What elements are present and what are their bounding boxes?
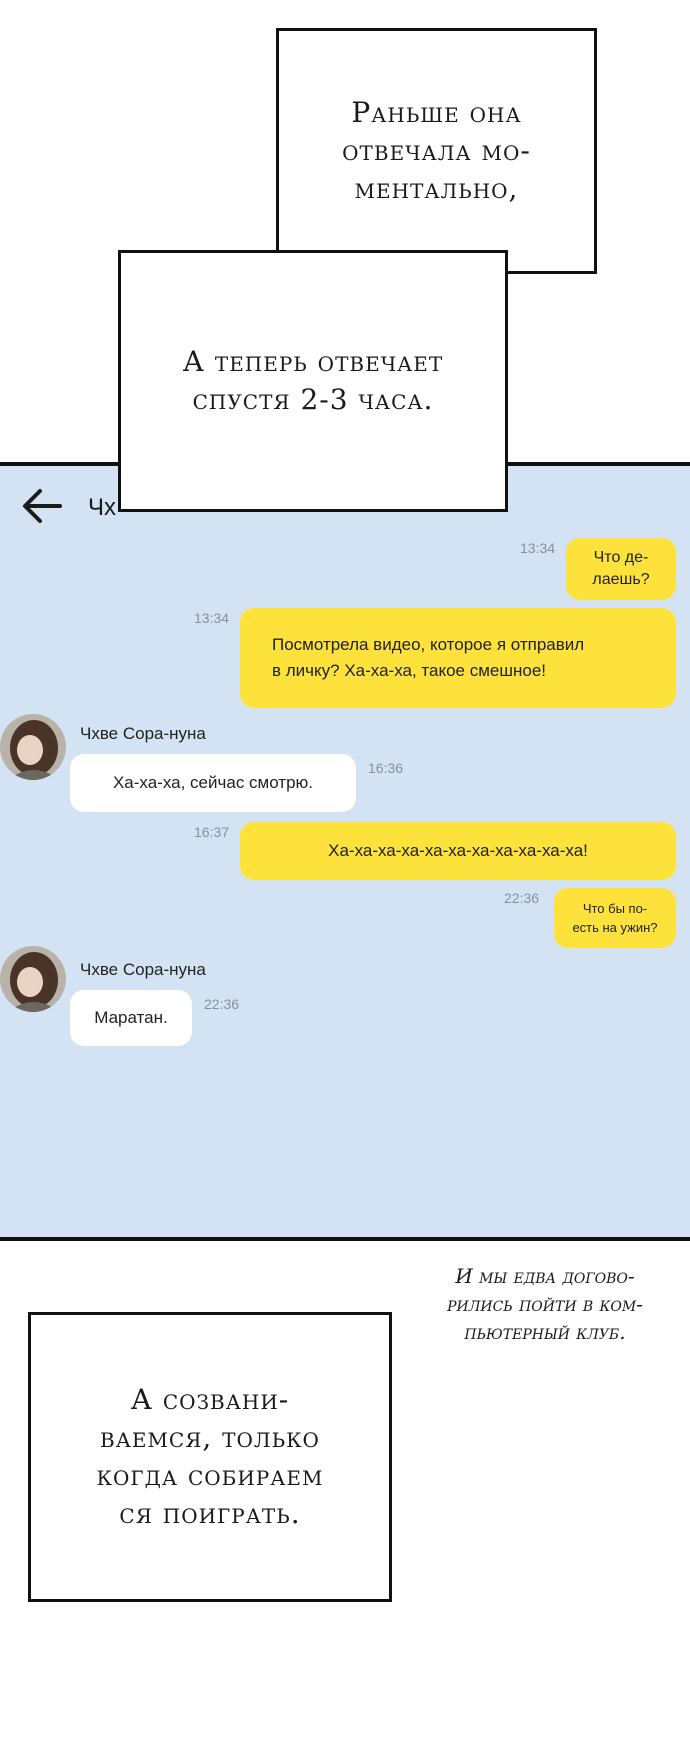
- message-time: 22:36: [204, 996, 240, 1012]
- message-text: Что де- лаешь?: [592, 549, 650, 588]
- message-text: Ха-ха-ха, сейчас смотрю.: [112, 773, 314, 792]
- bottom-caption-box: А созвани- ваемся, только когда собираем…: [28, 1312, 392, 1602]
- middle-caption-box: А теперь отвечает спустя 2-3 часа.: [118, 250, 508, 512]
- avatar[interactable]: [0, 714, 66, 780]
- top-caption-text: Раньше она отвечала мо- ментально,: [342, 96, 531, 205]
- outgoing-message-bubble[interactable]: Посмотрела видео, которое я отправил в л…: [240, 608, 676, 708]
- message-text: Ха-ха-ха-ха-ха-ха-ха-ха-ха-ха-ха!: [328, 841, 588, 860]
- outgoing-message-bubble[interactable]: Что бы по- есть на ужин?: [554, 888, 676, 948]
- bottom-caption-text: А созвани- ваемся, только когда собираем…: [96, 1383, 324, 1530]
- sender-name: Чхве Сора-нуна: [80, 724, 206, 743]
- sender-name: Чхве Сора-нуна: [80, 960, 206, 979]
- incoming-message-bubble[interactable]: Маратан.: [70, 990, 192, 1046]
- incoming-message-bubble[interactable]: Ха-ха-ха, сейчас смотрю.: [70, 754, 356, 812]
- message-time: 13:34: [194, 610, 230, 626]
- top-caption-box: Раньше она отвечала мо- ментально,: [276, 28, 597, 274]
- arrow-left-icon[interactable]: [20, 486, 64, 526]
- outgoing-message-bubble[interactable]: Ха-ха-ха-ха-ха-ха-ха-ха-ха-ха-ха!: [240, 822, 676, 880]
- message-time: 16:37: [194, 824, 230, 840]
- avatar[interactable]: [0, 946, 66, 1012]
- message-text: Маратан.: [94, 1008, 168, 1027]
- narration-text: И мы едва догово- рились пойти в ком- пь…: [447, 1264, 643, 1344]
- chat-title: Чх: [88, 494, 116, 521]
- message-time: 16:36: [368, 760, 404, 776]
- message-time: 22:36: [504, 890, 540, 906]
- middle-caption-text: А теперь отвечает спустя 2-3 часа.: [182, 345, 444, 416]
- message-text: Что бы по- есть на ужин?: [572, 901, 658, 935]
- chat-panel: Чх 13:34 Что де- лаешь? 13:34 Посмотрела…: [0, 462, 690, 1241]
- message-time: 13:34: [520, 540, 556, 556]
- message-text: Посмотрела видео, которое я отправил в л…: [272, 635, 585, 680]
- outgoing-message-bubble[interactable]: Что де- лаешь?: [566, 538, 676, 600]
